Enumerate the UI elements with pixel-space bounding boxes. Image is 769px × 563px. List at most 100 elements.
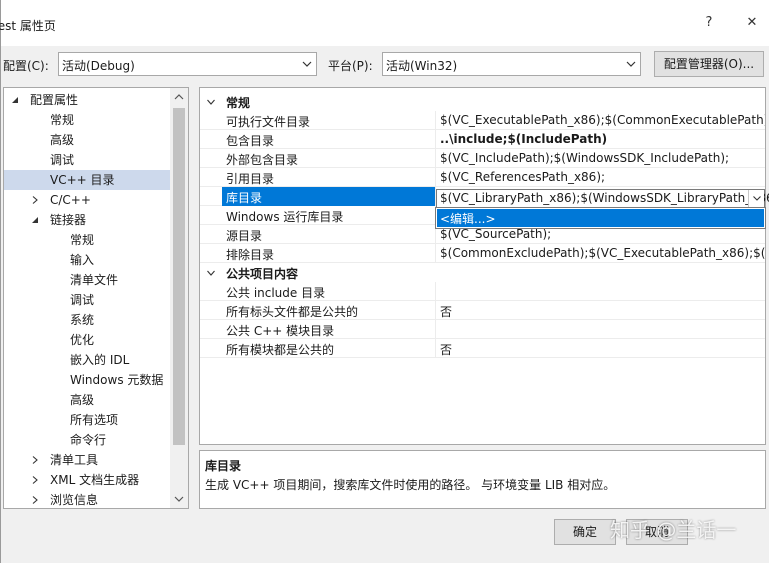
expanded-triangle-icon[interactable] xyxy=(10,90,20,110)
tree-item[interactable]: 嵌入的 IDL xyxy=(4,350,170,370)
tree-item-label: 所有选项 xyxy=(70,413,119,427)
tree-item-label: 优化 xyxy=(70,333,95,347)
property-row[interactable]: 外部包含目录 $(VC_IncludePath);$(WindowsSDK_Inc… xyxy=(200,149,765,168)
column-divider[interactable] xyxy=(435,168,436,187)
tree-item[interactable]: 调试 xyxy=(4,290,170,310)
property-name: 可执行文件目录 xyxy=(226,115,311,129)
property-row[interactable]: 排除目录 $(CommonExcludePath);$(VC_Executable… xyxy=(200,244,765,263)
chevron-down-icon xyxy=(622,53,640,75)
scroll-down-icon[interactable] xyxy=(170,490,188,508)
ok-button[interactable]: 确定 xyxy=(554,519,616,545)
column-divider[interactable] xyxy=(435,320,436,339)
property-value: 否 xyxy=(440,343,453,357)
expanded-triangle-icon[interactable] xyxy=(30,210,40,230)
tree-item[interactable]: C/C++ xyxy=(4,190,170,210)
property-grid: 常规 可执行文件目录 $(VC_ExecutablePath_x86);$(Comm… xyxy=(199,87,766,445)
tree-item[interactable]: 调试 xyxy=(4,150,170,170)
property-tree: 配置属性 常规 高级 调试 VC++ 目录 C/C++ 链接器 常规 输入 清单文件 调试 系统 优化嵌… xyxy=(3,87,189,509)
property-row[interactable]: 所有模块都是公共的 否 xyxy=(200,339,765,358)
column-divider[interactable] xyxy=(435,301,436,320)
tree-item-label: 命令行 xyxy=(70,433,107,447)
property-row[interactable]: 公共 include 目录 xyxy=(200,282,765,301)
library-dirs-editor[interactable]: $(VC_LibraryPath_x86);$(WindowsSDK_Libra… xyxy=(436,189,769,208)
expanded-triangle-icon[interactable] xyxy=(206,263,216,283)
tree-item-label: 浏览信息 xyxy=(50,493,99,507)
tree-scrollbar[interactable] xyxy=(170,88,188,508)
column-divider[interactable] xyxy=(435,111,436,130)
configuration-manager-button[interactable]: 配置管理器(O)... xyxy=(654,51,764,77)
tree-item[interactable]: VC++ 目录 xyxy=(4,170,170,190)
collapsed-triangle-icon[interactable] xyxy=(30,190,40,210)
tree-item-label: 配置属性 xyxy=(30,93,79,107)
column-divider[interactable] xyxy=(435,130,436,149)
platform-select[interactable]: 活动(Win32) xyxy=(382,52,641,76)
property-value: $(VC_IncludePath);$(WindowsSDK_IncludePa… xyxy=(440,151,730,165)
tree-item-label: 输入 xyxy=(70,253,95,267)
property-row[interactable]: 公共 C++ 模块目录 xyxy=(200,320,765,339)
property-row[interactable]: 引用目录 $(VC_ReferencesPath_x86); xyxy=(200,168,765,187)
property-name: 公共 C++ 模块目录 xyxy=(226,324,335,338)
property-value: $(VC_SourcePath); xyxy=(440,227,552,241)
tree-item[interactable]: 输入 xyxy=(4,250,170,270)
tree-item-label: C/C++ xyxy=(50,193,91,207)
tree-item-label: 常规 xyxy=(50,113,75,127)
property-category[interactable]: 常规 xyxy=(200,92,765,111)
tree-item[interactable]: 配置属性 xyxy=(4,90,170,110)
tree-item-label: 链接器 xyxy=(50,213,87,227)
tree-item[interactable]: 浏览信息 xyxy=(4,490,170,508)
tree-item-label: 高级 xyxy=(70,393,95,407)
tree-item[interactable]: 常规 xyxy=(4,230,170,250)
description-heading: 库目录 xyxy=(205,459,242,473)
window-title: test 属性页 xyxy=(0,19,56,33)
edit-option[interactable]: <编辑...> xyxy=(437,209,764,227)
tree-item[interactable]: 清单文件 xyxy=(4,270,170,290)
collapsed-triangle-icon[interactable] xyxy=(30,470,40,490)
tree-item-label: 高级 xyxy=(50,133,75,147)
tree-item[interactable]: Windows 元数据 xyxy=(4,370,170,390)
tree-item[interactable]: 优化 xyxy=(4,330,170,350)
tree-item[interactable]: XML 文档生成器 xyxy=(4,470,170,490)
property-name: 外部包含目录 xyxy=(226,153,299,167)
tree-item[interactable]: 高级 xyxy=(4,130,170,150)
watermark: 知乎 @兰话一 xyxy=(610,518,737,542)
chevron-down-icon xyxy=(298,53,316,75)
property-value: $(CommonExcludePath);$(VC_ExecutablePath… xyxy=(440,246,766,260)
tree-item[interactable]: 命令行 xyxy=(4,430,170,450)
column-divider[interactable] xyxy=(435,282,436,301)
tree-item[interactable]: 常规 xyxy=(4,110,170,130)
scroll-up-icon[interactable] xyxy=(170,88,188,106)
title-bar: test 属性页 ? ✕ xyxy=(0,0,769,46)
tree-item[interactable]: 所有选项 xyxy=(4,410,170,430)
chevron-down-icon[interactable] xyxy=(748,190,764,207)
config-select[interactable]: 活动(Debug) xyxy=(58,52,317,76)
tree-item[interactable]: 高级 xyxy=(4,390,170,410)
scrollbar-thumb[interactable] xyxy=(173,108,185,445)
property-category[interactable]: 公共项目内容 xyxy=(200,263,765,282)
description-panel: 库目录 生成 VC++ 项目期间，搜索库文件时使用的路径。 与环境变量 LIB … xyxy=(199,450,766,509)
tree-item-label: 嵌入的 IDL xyxy=(70,353,130,367)
column-divider[interactable] xyxy=(435,339,436,358)
column-divider[interactable] xyxy=(435,149,436,168)
property-value: ..\include;$(IncludePath) xyxy=(440,132,608,146)
property-row[interactable]: 可执行文件目录 $(VC_ExecutablePath_x86);$(Common… xyxy=(200,111,765,130)
tree-item-label: XML 文档生成器 xyxy=(50,473,140,487)
column-divider[interactable] xyxy=(435,244,436,263)
tree-item[interactable]: 系统 xyxy=(4,310,170,330)
property-row[interactable]: 所有标头文件都是公共的 否 xyxy=(200,301,765,320)
tree-item[interactable]: 清单工具 xyxy=(4,450,170,470)
property-name: Windows 运行库目录 xyxy=(226,210,344,224)
tree-item-label: 常规 xyxy=(70,233,95,247)
tree-item-label: 系统 xyxy=(70,313,95,327)
property-value: 否 xyxy=(440,305,453,319)
tree-item-label: 清单工具 xyxy=(50,453,99,467)
property-row[interactable]: 包含目录 ..\include;$(IncludePath) xyxy=(200,130,765,149)
library-dirs-editor-value: $(VC_LibraryPath_x86);$(WindowsSDK_Libra… xyxy=(440,191,769,205)
collapsed-triangle-icon[interactable] xyxy=(30,490,40,508)
collapsed-triangle-icon[interactable] xyxy=(30,450,40,470)
help-button[interactable]: ? xyxy=(698,12,720,34)
close-button[interactable]: ✕ xyxy=(741,12,763,34)
tree-item[interactable]: 链接器 xyxy=(4,210,170,230)
property-name: 排除目录 xyxy=(226,248,275,262)
expanded-triangle-icon[interactable] xyxy=(206,92,216,112)
platform-select-value: 活动(Win32) xyxy=(386,59,458,73)
